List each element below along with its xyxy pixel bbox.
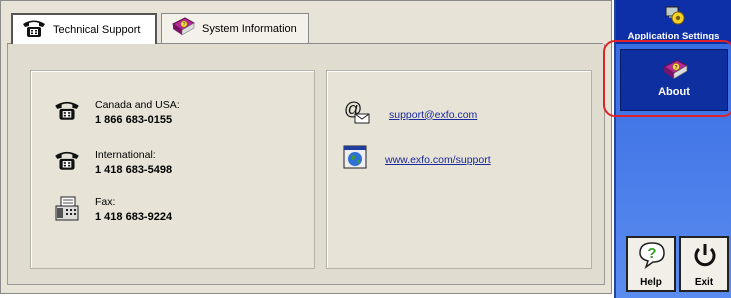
phone-icon: [53, 98, 81, 127]
online-contacts-card: @ support@exfo.com www.exfo.com/support: [326, 70, 592, 269]
about-highlight-outline: [603, 40, 731, 117]
application-settings-button[interactable]: Application Settings: [616, 0, 731, 44]
web-icon: [343, 145, 367, 174]
power-icon: [690, 241, 720, 272]
book-icon: ?: [170, 16, 196, 41]
email-row: @ support@exfo.com: [343, 99, 477, 130]
email-icon: @: [343, 99, 371, 130]
help-label: Help: [640, 277, 662, 288]
phone-icon: [21, 17, 47, 42]
svg-text:?: ?: [647, 245, 656, 262]
tab-technical-support[interactable]: Technical Support: [11, 13, 157, 44]
svg-text:?: ?: [183, 22, 186, 28]
tab-content: Canada and USA: 1 866 683-0155 Internati…: [7, 44, 605, 285]
help-icon: ?: [637, 241, 667, 272]
contact-label: International:: [95, 149, 156, 161]
contact-canada-usa: Canada and USA: 1 866 683-0155: [53, 98, 180, 128]
help-button[interactable]: ? Help: [626, 236, 676, 292]
settings-gear-icon: [664, 4, 686, 29]
exit-button[interactable]: Exit: [679, 236, 729, 292]
tab-system-information[interactable]: ? System Information: [161, 13, 309, 43]
contact-number: 1 866 683-0155: [95, 114, 173, 126]
tab-label: Technical Support: [53, 23, 141, 36]
support-website-link[interactable]: www.exfo.com/support: [385, 154, 491, 166]
tab-bar: Technical Support ? System Information: [7, 13, 603, 44]
website-row: www.exfo.com/support: [343, 145, 491, 174]
contact-number: 1 418 683-5498: [95, 164, 173, 176]
exit-label: Exit: [694, 277, 714, 288]
contact-label: Fax:: [95, 196, 116, 208]
email-link[interactable]: support@exfo.com: [389, 109, 477, 121]
fax-icon: [53, 195, 81, 228]
phone-contacts-card: Canada and USA: 1 866 683-0155 Internati…: [30, 70, 315, 269]
contact-international: International: 1 418 683-5498: [53, 148, 172, 178]
phone-icon: [53, 148, 81, 177]
main-panel: Technical Support ? System Information C…: [0, 0, 612, 294]
contact-fax: Fax: 1 418 683-9224: [53, 195, 172, 228]
contact-number: 1 418 683-9224: [95, 211, 173, 223]
contact-label: Canada and USA:: [95, 99, 180, 111]
tab-label: System Information: [202, 22, 297, 35]
